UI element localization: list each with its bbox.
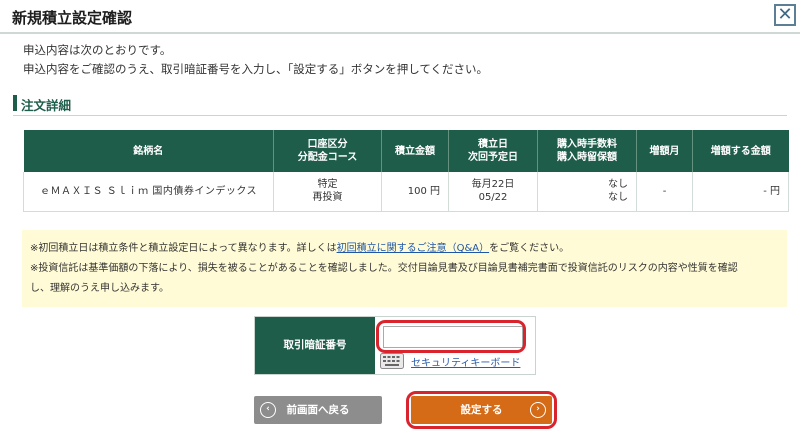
fee-cell: なし なし xyxy=(537,172,637,212)
header-increase-month: 増額月 xyxy=(636,130,693,172)
section-accent-bar xyxy=(13,95,17,111)
date-cell: 毎月22日 05/22 xyxy=(448,172,538,212)
header-date: 積立日 次回予定日 xyxy=(448,130,538,172)
close-icon[interactable]: ✕ xyxy=(774,4,796,26)
section-title: 注文詳細 xyxy=(21,98,72,113)
notice-box: ※初回積立日は積立条件と積立設定日によって異なります。詳しくは初回積立に関するご… xyxy=(22,230,787,307)
account-cell: 特定 再投資 xyxy=(273,172,382,212)
notice-line-3: し、理解のうえ申し込みます。 xyxy=(30,283,169,294)
header-amount: 積立金額 xyxy=(381,130,449,172)
dialog-title: 新規積立設定確認 xyxy=(12,9,133,27)
increase-month-cell: - xyxy=(636,172,693,212)
security-keyboard-link[interactable]: セキュリティキーボード xyxy=(411,354,520,369)
notice-line-1: ※初回積立日は積立条件と積立設定日によって異なります。詳しくは初回積立に関するご… xyxy=(30,243,570,254)
submit-button-label: 設定する xyxy=(460,404,503,416)
first-investment-faq-link[interactable]: 初回積立に関するご注意（Q&A） xyxy=(337,243,490,254)
order-details-section: 注文詳細 xyxy=(13,92,787,116)
intro-line-1: 申込内容は次のとおりです。 xyxy=(23,43,172,57)
order-details-table: 銘柄名 口座区分 分配金コース 積立金額 積立日 次回予定日 購入時手数料 購入時留保… xyxy=(23,130,789,212)
intro-text: 申込内容は次のとおりです。 申込内容をご確認のうえ、取引暗証番号を入力し、「設定… xyxy=(23,41,488,79)
back-button[interactable]: ‹ 前画面へ戻る xyxy=(254,396,382,424)
pin-label: 取引暗証番号 xyxy=(255,317,375,374)
back-button-label: 前画面へ戻る xyxy=(286,404,350,416)
dialog-header: 新規積立設定確認 ✕ xyxy=(0,0,800,34)
chevron-right-icon: › xyxy=(530,402,546,418)
header-fee: 購入時手数料 購入時留保額 xyxy=(537,130,637,172)
header-increase-amount: 増額する金額 xyxy=(692,130,789,172)
header-account: 口座区分 分配金コース xyxy=(273,130,382,172)
chevron-left-icon: ‹ xyxy=(260,402,276,418)
increase-amount-cell: - 円 xyxy=(692,172,789,212)
fund-name-cell: ｅＭＡＸＩＳ Ｓｌｉｍ 国内債券インデックス xyxy=(23,172,274,212)
table-header-row: 銘柄名 口座区分 分配金コース 積立金額 積立日 次回予定日 購入時手数料 購入時留保… xyxy=(23,130,789,172)
notice-line-2: ※投資信託は基準価額の下落により、損失を被ることがあることを確認しました。交付目… xyxy=(30,263,738,274)
amount-cell: 100 円 xyxy=(381,172,449,212)
intro-line-2: 申込内容をご確認のうえ、取引暗証番号を入力し、「設定する」ボタンを押してください… xyxy=(23,62,489,76)
submit-button[interactable]: 設定する › xyxy=(411,396,552,424)
keyboard-icon[interactable] xyxy=(380,353,404,369)
table-row: ｅＭＡＸＩＳ Ｓｌｉｍ 国内債券インデックス 特定 再投資 100 円 毎月22日… xyxy=(23,172,789,212)
pin-input[interactable] xyxy=(383,326,523,348)
header-fund-name: 銘柄名 xyxy=(23,130,274,172)
